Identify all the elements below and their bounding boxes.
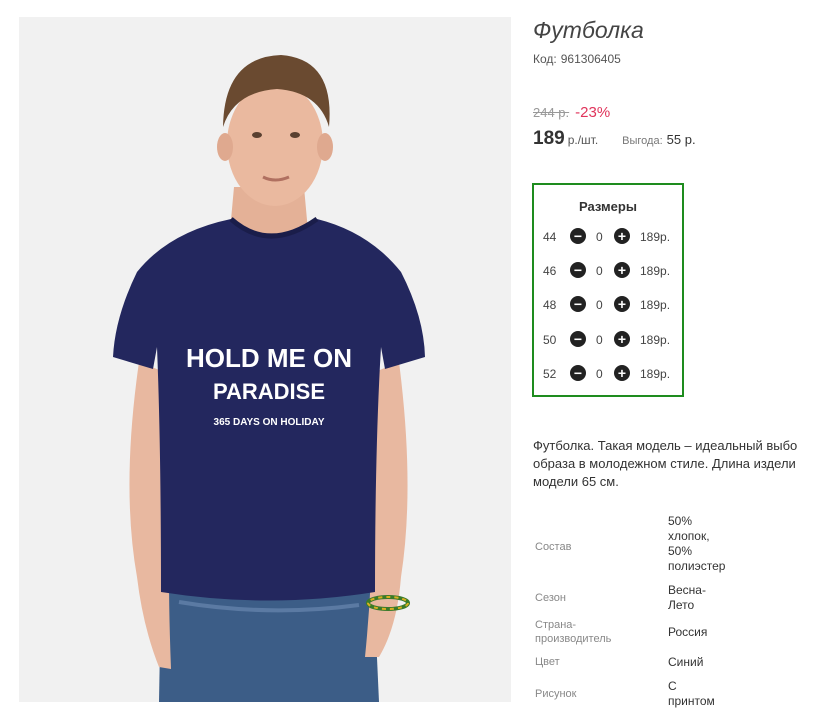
price-row: 189 р./шт. Выгода: 55 р.: [533, 128, 696, 150]
code-value: 961306405: [560, 52, 621, 66]
decrease-quantity-button[interactable]: −: [570, 262, 586, 278]
increase-quantity-button[interactable]: +: [614, 331, 630, 347]
size-label: 44: [543, 230, 557, 244]
size-price: 189р.: [640, 333, 671, 347]
quantity-value: 0: [596, 298, 603, 312]
attr-value-country: Россия: [668, 625, 708, 639]
size-row: 48 − 0 + 189р.: [534, 295, 684, 315]
quantity-value: 0: [596, 264, 603, 278]
size-price: 189р.: [640, 298, 671, 312]
old-price-row: 244 р. -23%: [533, 104, 610, 121]
decrease-quantity-button[interactable]: −: [570, 228, 586, 244]
attr-value-color: Синий: [668, 655, 704, 669]
product-photo[interactable]: HOLD ME ON PARADISE 365 DAYS ON HOLIDAY: [19, 17, 511, 702]
size-label: 48: [543, 298, 557, 312]
decrease-quantity-button[interactable]: −: [570, 331, 586, 347]
quantity-value: 0: [596, 333, 603, 347]
discount-badge: -23%: [575, 104, 611, 121]
benefit-value: 55 р.: [666, 132, 696, 147]
sizes-panel: Размеры 44 − 0 + 189р. 46 − 0 + 189р. 48…: [532, 183, 684, 397]
print-line-2: PARADISE: [213, 379, 325, 404]
model-illustration: HOLD ME ON PARADISE 365 DAYS ON HOLIDAY: [113, 55, 425, 702]
size-row: 44 − 0 + 189р.: [534, 227, 684, 247]
price-unit: р./шт.: [567, 133, 599, 147]
attr-label-season: Сезон: [535, 592, 566, 604]
attr-label-color: Цвет: [535, 656, 560, 668]
current-price: 189: [533, 128, 565, 149]
quantity-value: 0: [596, 230, 603, 244]
size-label: 52: [543, 367, 557, 381]
print-line-3: 365 DAYS ON HOLIDAY: [214, 417, 325, 428]
print-line-1: HOLD ME ON: [186, 343, 352, 373]
size-row: 52 − 0 + 189р.: [534, 364, 684, 384]
increase-quantity-button[interactable]: +: [614, 296, 630, 312]
attr-label-country: Страна- производитель: [535, 619, 612, 645]
product-title: Футболка: [533, 17, 644, 43]
increase-quantity-button[interactable]: +: [614, 228, 630, 244]
attr-label-pattern: Рисунок: [535, 688, 577, 700]
size-price: 189р.: [640, 367, 671, 381]
attr-value-season: Весна- Лето: [668, 583, 706, 612]
sizes-title: Размеры: [579, 199, 637, 214]
attr-label-composition: Состав: [535, 541, 572, 553]
attr-value-pattern: С принтом: [668, 679, 715, 708]
decrease-quantity-button[interactable]: −: [570, 365, 586, 381]
size-price: 189р.: [640, 264, 671, 278]
size-row: 50 − 0 + 189р.: [534, 330, 684, 350]
quantity-value: 0: [596, 367, 603, 381]
size-label: 46: [543, 264, 557, 278]
benefit-label: Выгода:: [622, 135, 663, 147]
product-code: Код: 961306405: [533, 52, 625, 66]
old-price: 244 р.: [533, 105, 570, 120]
size-row: 46 − 0 + 189р.: [534, 261, 684, 281]
size-price: 189р.: [640, 230, 671, 244]
size-label: 50: [543, 333, 557, 347]
increase-quantity-button[interactable]: +: [614, 262, 630, 278]
decrease-quantity-button[interactable]: −: [570, 296, 586, 312]
product-description: Футболка. Такая модель – идеальный выбо …: [533, 438, 798, 489]
attr-value-composition: 50% хлопок, 50% полиэстер: [668, 514, 726, 573]
code-label: Код:: [533, 52, 557, 66]
increase-quantity-button[interactable]: +: [614, 365, 630, 381]
